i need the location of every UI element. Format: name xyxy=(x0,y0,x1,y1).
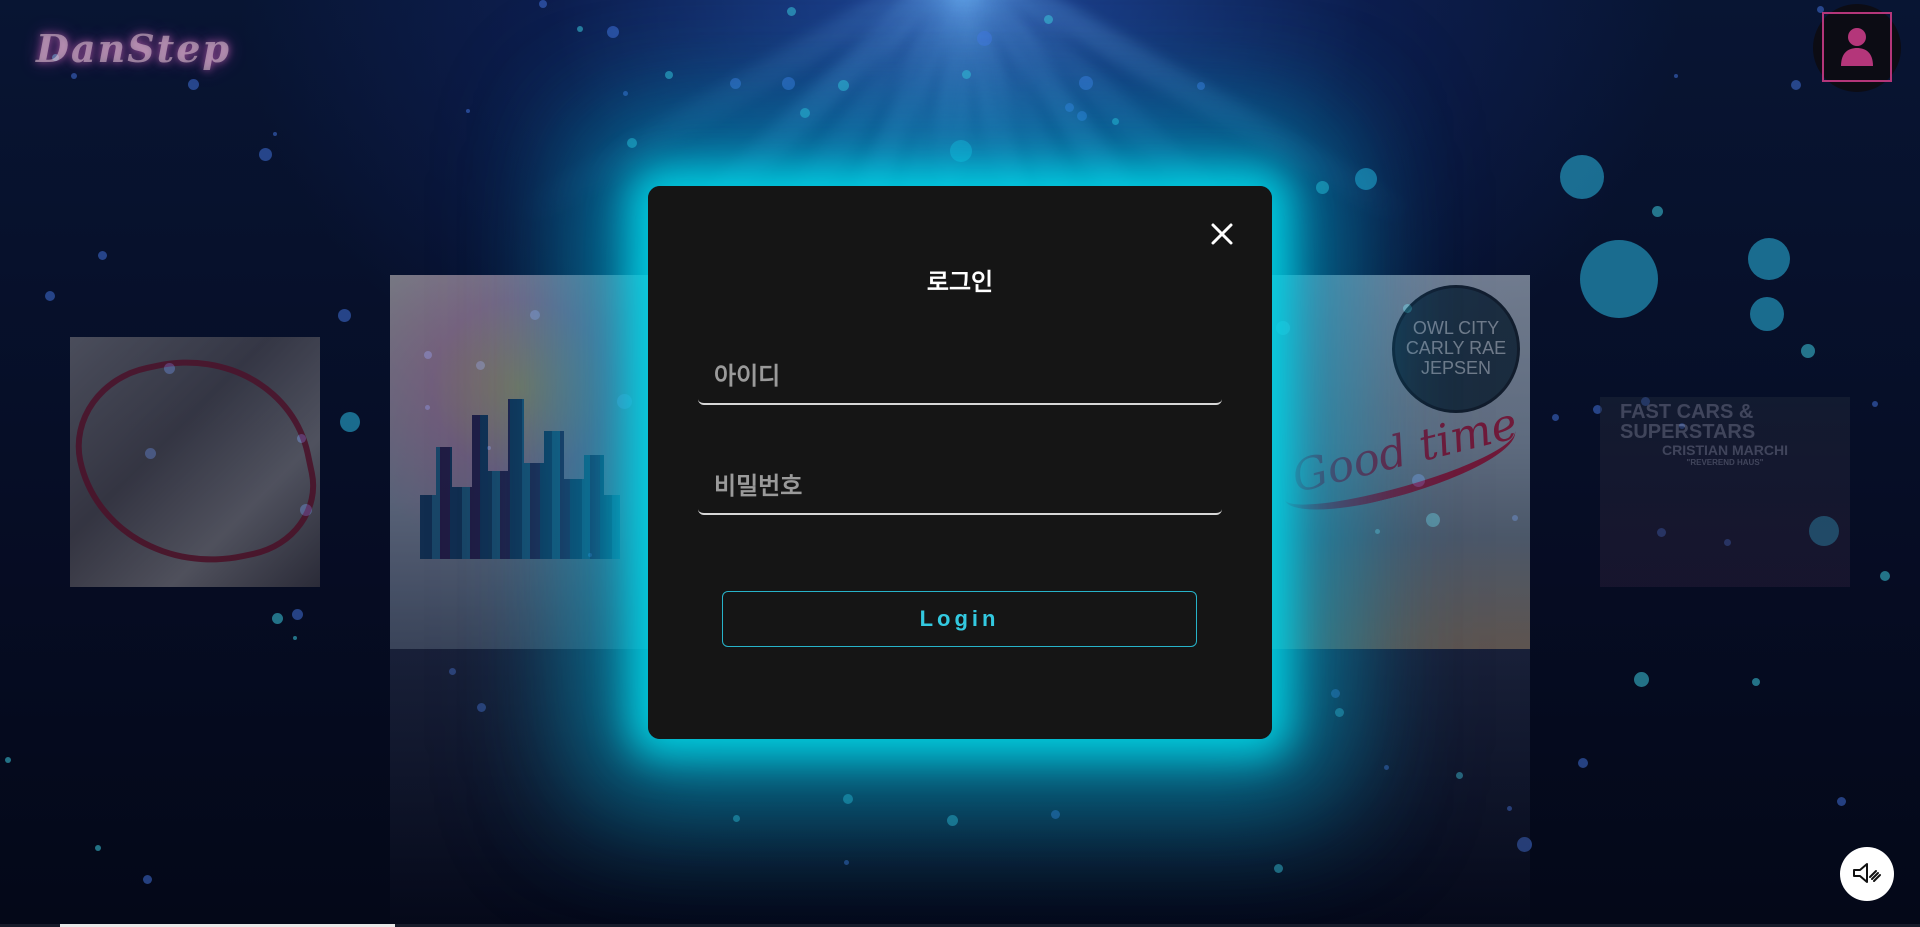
bokeh-dot xyxy=(1079,76,1093,90)
bokeh-dot xyxy=(1065,103,1074,112)
cover-badge-line-3: JEPSEN xyxy=(1420,358,1492,378)
bokeh-dot xyxy=(1674,74,1678,78)
speaker-muted-icon xyxy=(1852,862,1882,887)
bokeh-dot xyxy=(95,845,101,851)
album-cover-far-right[interactable]: FAST CARS & SUPERSTARS CRISTIAN MARCHI "… xyxy=(1600,397,1850,587)
cover-artist: CRISTIAN MARCHI xyxy=(1662,442,1788,458)
bokeh-dot xyxy=(1197,82,1205,90)
sound-toggle-button[interactable] xyxy=(1840,847,1894,901)
bokeh-dot xyxy=(1552,414,1559,421)
bokeh-dot xyxy=(787,7,796,16)
bokeh-dot xyxy=(293,636,297,640)
cover-art-city-skyline xyxy=(420,399,620,559)
album-cover-far-left[interactable] xyxy=(70,337,320,587)
bokeh-dot xyxy=(607,26,619,38)
modal-title: 로그인 xyxy=(926,268,994,296)
bokeh-dot xyxy=(5,757,11,763)
bokeh-dot xyxy=(1578,758,1588,768)
bokeh-dot-large xyxy=(950,140,972,162)
id-field-wrapper xyxy=(698,349,1222,405)
bokeh-dot xyxy=(1044,15,1053,24)
bokeh-dot xyxy=(623,91,628,96)
close-icon xyxy=(1208,223,1236,251)
bokeh-dot xyxy=(466,109,470,113)
bokeh-dot-large xyxy=(1355,168,1377,190)
bokeh-dot xyxy=(143,875,152,884)
bokeh-dot xyxy=(1652,206,1663,217)
bokeh-dot xyxy=(338,309,351,322)
bokeh-dot-large xyxy=(1750,297,1784,331)
album-cover-left[interactable] xyxy=(390,275,650,649)
bokeh-dot xyxy=(1880,571,1890,581)
bokeh-dot xyxy=(1634,672,1649,687)
bokeh-dot xyxy=(1316,181,1329,194)
bokeh-dot xyxy=(292,609,303,620)
cover-badge-line-2: CARLY RAE xyxy=(1405,338,1507,358)
bokeh-dot xyxy=(188,79,199,90)
bokeh-dot-large xyxy=(340,412,360,432)
id-input[interactable] xyxy=(698,349,1222,403)
bokeh-dot xyxy=(1112,118,1119,125)
password-field-wrapper xyxy=(698,459,1222,515)
bokeh-dot xyxy=(1837,797,1846,806)
app-logo[interactable]: DanStep xyxy=(36,26,231,71)
bokeh-dot xyxy=(98,251,107,260)
bokeh-dot xyxy=(782,77,795,90)
bokeh-dot xyxy=(665,71,673,79)
cover-badge-line-1: OWL CITY xyxy=(1412,318,1500,338)
bokeh-dot xyxy=(1801,344,1815,358)
cover-title-line-1: FAST CARS & xyxy=(1620,401,1754,423)
bokeh-dot xyxy=(800,108,810,118)
bokeh-dot xyxy=(730,78,741,89)
bokeh-dot xyxy=(1752,678,1760,686)
cover-art-scribble xyxy=(70,337,320,587)
password-input[interactable] xyxy=(698,459,1222,513)
cover-title-block: FAST CARS & SUPERSTARS CRISTIAN MARCHI "… xyxy=(1620,402,1830,468)
page-background: OWL CITY CARLY RAE JEPSEN Good time FAST… xyxy=(0,0,1920,927)
bokeh-dot xyxy=(539,0,547,8)
login-button[interactable]: Login xyxy=(722,591,1197,647)
bokeh-dot xyxy=(838,80,849,91)
close-button[interactable] xyxy=(1208,220,1236,248)
bokeh-dot xyxy=(627,138,637,148)
bokeh-dot xyxy=(962,70,971,79)
cover-subtitle: "REVEREND HAUS" xyxy=(1686,458,1764,467)
cover-title-line-2: SUPERSTARS xyxy=(1620,421,1756,443)
bokeh-dot xyxy=(1791,80,1801,90)
bokeh-dot xyxy=(1077,111,1087,121)
bokeh-dot xyxy=(273,132,277,136)
bokeh-dot xyxy=(977,31,992,46)
bokeh-dot xyxy=(71,73,77,79)
bokeh-dot xyxy=(1872,401,1878,407)
profile-highlight-frame xyxy=(1822,12,1892,82)
bokeh-dot xyxy=(577,26,583,32)
bokeh-dot xyxy=(259,148,272,161)
album-cover-right[interactable]: OWL CITY CARLY RAE JEPSEN Good time xyxy=(1270,275,1530,649)
cover-art-badge: OWL CITY CARLY RAE JEPSEN xyxy=(1392,285,1520,413)
bokeh-dot xyxy=(272,613,283,624)
bokeh-dot-large xyxy=(1560,155,1604,199)
